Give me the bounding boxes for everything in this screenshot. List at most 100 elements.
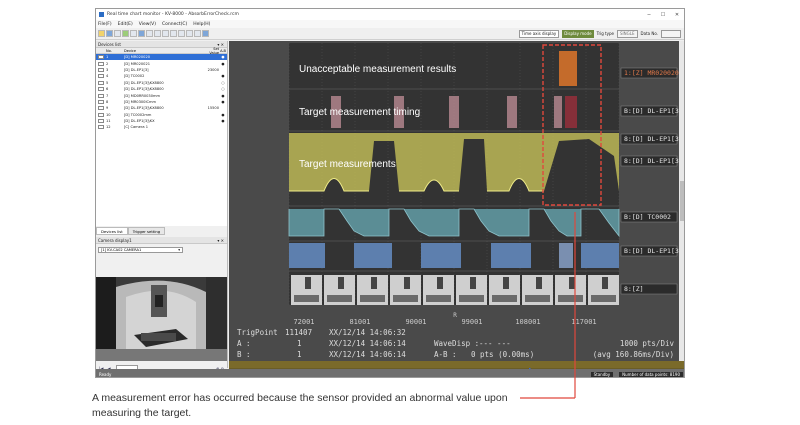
device-checkbox[interactable] bbox=[98, 61, 104, 66]
device-name: [D] TC0002 bbox=[124, 74, 145, 79]
tab-trigger-setting[interactable]: Trigger setting bbox=[127, 227, 166, 235]
device-checkbox[interactable] bbox=[98, 125, 104, 130]
device-checkbox[interactable] bbox=[98, 93, 104, 98]
x-tick-label: 117001 bbox=[571, 318, 596, 326]
channel-tags: 1:[Z] MR020020 B:[D] DL-EP1[3] 8:[D] DL-EP… bbox=[620, 67, 683, 295]
camera-thumbnail[interactable] bbox=[489, 275, 520, 305]
cursor-icon[interactable] bbox=[186, 30, 193, 37]
b-num: 1 bbox=[297, 350, 302, 359]
col-set-value[interactable]: Set Value bbox=[205, 47, 219, 55]
caption-text: A measurement error has occurred because… bbox=[92, 392, 508, 419]
device-ab: ○ bbox=[221, 87, 225, 92]
close-button[interactable]: ✕ bbox=[670, 12, 684, 18]
chevron-down-icon: ▾ bbox=[178, 248, 180, 252]
data-no-field[interactable] bbox=[661, 29, 681, 38]
open-icon[interactable] bbox=[98, 30, 105, 37]
trig-type-field[interactable]: SINGLE bbox=[616, 29, 638, 38]
device-checkbox[interactable] bbox=[98, 119, 104, 124]
col-device[interactable]: Device bbox=[124, 49, 205, 53]
start-icon[interactable] bbox=[122, 30, 129, 37]
zoom-in-icon[interactable] bbox=[162, 30, 169, 37]
marker-icon[interactable] bbox=[194, 30, 201, 37]
x-tick-label: 99001 bbox=[461, 318, 482, 326]
camera-icon[interactable] bbox=[202, 30, 209, 37]
tab-devices-list[interactable]: Devices list bbox=[96, 227, 128, 235]
menu-connect[interactable]: Connect(C) bbox=[162, 22, 187, 27]
timing-pulse bbox=[507, 96, 517, 128]
device-num: 6 bbox=[106, 87, 109, 92]
device-checkbox[interactable] bbox=[98, 67, 104, 72]
camera-thumbnail[interactable] bbox=[357, 275, 388, 305]
device-ab: ● bbox=[221, 112, 225, 117]
time-axis-select[interactable]: Time axis display bbox=[518, 29, 560, 38]
annotation-timing: Target measurement timing bbox=[299, 107, 420, 118]
fit-icon[interactable] bbox=[178, 30, 185, 37]
status-bar: Ready Standby Number of data points: 819… bbox=[96, 369, 684, 377]
zoom-out-icon[interactable] bbox=[170, 30, 177, 37]
device-checkbox[interactable] bbox=[98, 55, 104, 60]
pts-per-div: 1000 pts/Div bbox=[620, 339, 675, 348]
print-icon[interactable] bbox=[114, 30, 121, 37]
device-name: [D] MR020021 bbox=[124, 61, 151, 66]
devices-panel-title: Devices list bbox=[98, 41, 121, 47]
device-checkbox[interactable] bbox=[98, 112, 104, 117]
device-checkbox[interactable] bbox=[98, 74, 104, 79]
camera-thumbnail[interactable] bbox=[456, 275, 487, 305]
chart-svg[interactable]: 1:[Z] MR020020 B:[D] DL-EP1[3] 8:[D] DL-EP… bbox=[229, 41, 683, 361]
device-checkbox[interactable] bbox=[98, 80, 104, 85]
status-right: Number of data points: 8190 bbox=[619, 371, 683, 377]
camera-thumbnail[interactable] bbox=[291, 275, 322, 305]
app-icon bbox=[99, 12, 104, 17]
vertical-scrollbar[interactable] bbox=[679, 41, 684, 361]
title-bar: Real time chart monitor - KV-8000 - Abso… bbox=[96, 9, 684, 20]
toolbar: Time axis display Display mode Trig type… bbox=[96, 28, 684, 40]
camera-thumbnail[interactable] bbox=[522, 275, 553, 305]
maximize-button[interactable]: ☐ bbox=[656, 12, 670, 18]
col-ab[interactable]: A-B bbox=[219, 49, 227, 53]
result-bar bbox=[559, 51, 577, 86]
camera-thumbnail[interactable] bbox=[390, 275, 421, 305]
save-icon[interactable] bbox=[106, 30, 113, 37]
camera-thumbnail[interactable] bbox=[324, 275, 355, 305]
menu-edit[interactable]: Edit(E) bbox=[118, 22, 133, 27]
menu-view[interactable]: View(V) bbox=[139, 22, 156, 27]
camera-thumbnail[interactable] bbox=[423, 275, 454, 305]
trig-value: 111407 bbox=[285, 328, 312, 337]
camera-pin-icon[interactable]: ▾ ✕ bbox=[217, 238, 224, 243]
col-no[interactable]: No. bbox=[106, 49, 124, 53]
b-date: XX/12/14 14:06:14 bbox=[329, 350, 406, 359]
menu-file[interactable]: File(F) bbox=[98, 22, 112, 27]
device-row[interactable]: 12 [C] Camera 1 bbox=[96, 124, 227, 130]
x-tick-label: 72001 bbox=[293, 318, 314, 326]
camera-thumbnail[interactable] bbox=[555, 275, 586, 305]
device-name: [C] Camera 1 bbox=[124, 125, 148, 130]
grid-icon[interactable] bbox=[154, 30, 161, 37]
a-date: XX/12/14 14:06:14 bbox=[329, 339, 406, 348]
chart-area[interactable]: 1:[Z] MR020020 B:[D] DL-EP1[3] 8:[D] DL-EP… bbox=[229, 41, 683, 361]
channel-tag: B:[D] TC0002 bbox=[624, 213, 671, 221]
info-panel: TrigPoint 111407 XX/12/14 14:06:32 A : 1… bbox=[237, 328, 674, 359]
overview-strip[interactable] bbox=[229, 361, 684, 376]
device-ab: ● bbox=[221, 99, 225, 104]
status-mid: Standby bbox=[590, 371, 614, 377]
device-set-value: 23000 bbox=[207, 67, 219, 72]
camera-thumbnail[interactable] bbox=[588, 275, 619, 305]
settings-icon[interactable] bbox=[146, 30, 153, 37]
device-checkbox[interactable] bbox=[98, 99, 104, 104]
device-checkbox[interactable] bbox=[98, 106, 104, 111]
display-mode-button[interactable]: Display mode bbox=[562, 29, 594, 38]
device-name: [D] MD0RR0030mm bbox=[124, 93, 161, 98]
minimize-button[interactable]: ─ bbox=[642, 12, 656, 18]
device-ab: ● bbox=[221, 119, 225, 124]
device-checkbox[interactable] bbox=[98, 87, 104, 92]
device-num: 1 bbox=[106, 55, 109, 60]
window-title: Real time chart monitor - KV-8000 - Abso… bbox=[107, 12, 239, 17]
camera-select[interactable]: [1] KV-CA02 CAMERA1 ▾ bbox=[98, 247, 183, 253]
menu-help[interactable]: Help(H) bbox=[193, 22, 210, 27]
stop-icon[interactable] bbox=[130, 30, 137, 37]
cursor-marker[interactable]: R bbox=[453, 312, 457, 319]
device-ab: ● bbox=[221, 93, 225, 98]
scroll-thumb[interactable] bbox=[680, 181, 684, 221]
channel-tag: 1:[Z] MR020020 bbox=[624, 69, 679, 77]
connect-icon[interactable] bbox=[138, 30, 145, 37]
